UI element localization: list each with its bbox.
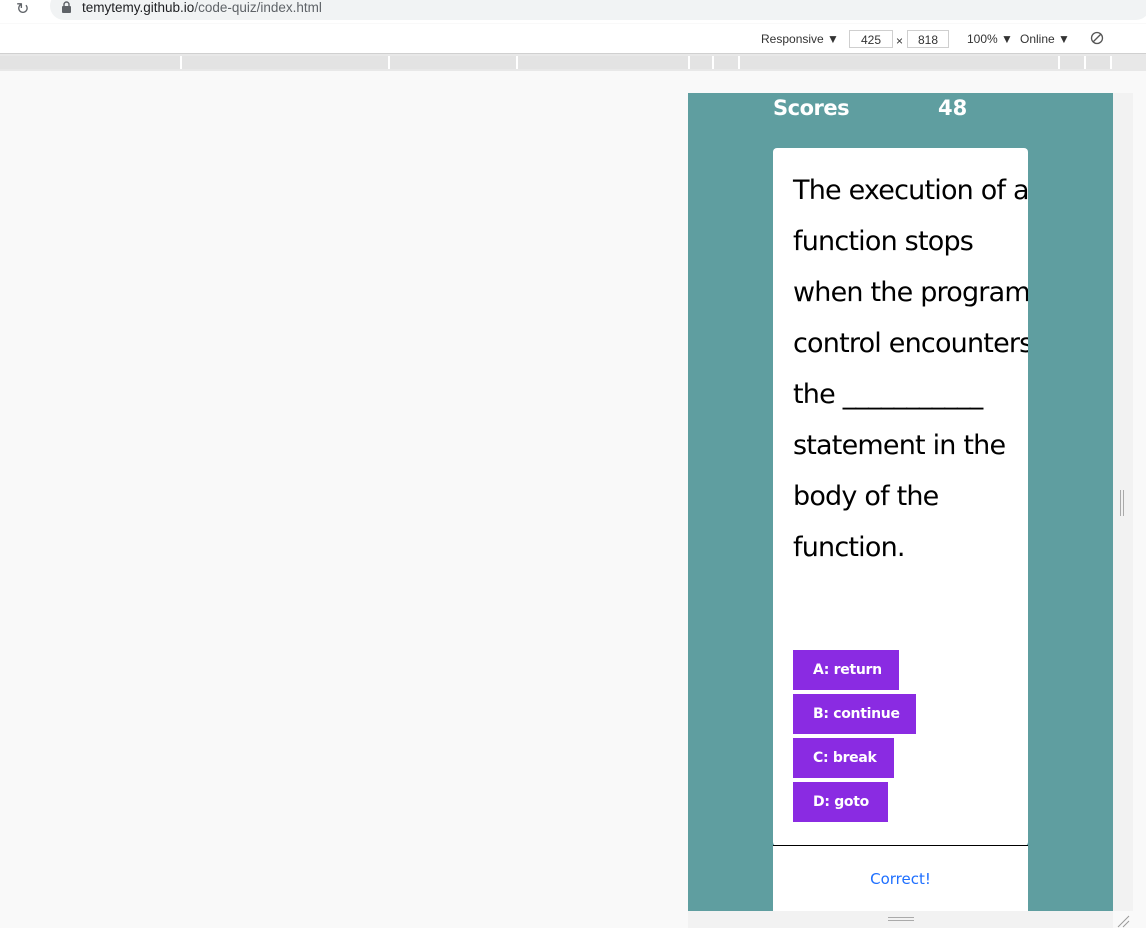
viewport-height-input[interactable]: 818 [907,30,949,48]
feedback-panel: Correct! [773,845,1028,911]
media-query-segment[interactable] [714,56,740,69]
answer-d-button[interactable]: D: goto [793,782,888,822]
media-query-segment[interactable] [182,56,390,69]
media-query-segment[interactable] [740,56,1060,69]
media-query-segment[interactable] [518,56,690,69]
question-text: The execution of a function stops when t… [793,175,1028,563]
media-query-segment[interactable] [690,56,714,69]
feedback-text: Correct! [870,870,931,888]
chevron-down-icon: ▼ [827,32,839,46]
answer-c-button[interactable]: C: break [793,738,894,778]
device-viewport: Scores 48 The execution of a function st… [688,93,1113,911]
viewport-width-input[interactable]: 425 [849,30,893,48]
lock-icon [62,1,71,13]
scores-value: 48 [938,96,968,120]
rotate-icon[interactable] [1090,31,1104,45]
url-host: temytemy.github.io [82,0,195,15]
network-throttle-select[interactable]: Online ▼ [1020,32,1070,46]
grip-icon [1120,490,1124,516]
resize-handle-right[interactable] [1113,93,1133,911]
resize-handle-bottom[interactable] [688,911,1113,928]
chevron-down-icon: ▼ [1058,32,1070,46]
url-text[interactable]: temytemy.github.io/code-quiz/index.html [82,0,322,16]
answer-a-button[interactable]: A: return [793,650,899,690]
media-query-bar [0,54,1146,71]
reload-icon[interactable]: ↻ [16,0,36,18]
answer-b-button[interactable]: B: continue [793,694,916,734]
media-query-segment[interactable] [0,56,182,69]
dimension-separator: × [896,34,904,48]
device-select-label: Responsive [761,32,824,46]
question-card: The execution of a function stops when t… [773,148,1028,846]
media-query-segment[interactable] [1060,56,1086,69]
url-path: /code-quiz/index.html [194,0,322,15]
device-toolbar: Responsive ▼ 425 × 818 100% ▼ Online ▼ [0,24,1146,54]
device-select[interactable]: Responsive ▼ [761,32,839,46]
media-query-segment[interactable] [1086,56,1112,69]
scores-label: Scores [773,96,850,120]
zoom-select-label: 100% [967,32,998,46]
media-query-segment[interactable] [390,56,518,69]
resize-corner-icon[interactable] [1116,914,1130,928]
zoom-select[interactable]: 100% ▼ [967,32,1013,46]
chevron-down-icon: ▼ [1001,32,1013,46]
address-bar: ↻ temytemy.github.io/code-quiz/index.htm… [0,0,1146,23]
network-select-label: Online [1020,32,1055,46]
grip-icon [888,917,914,921]
